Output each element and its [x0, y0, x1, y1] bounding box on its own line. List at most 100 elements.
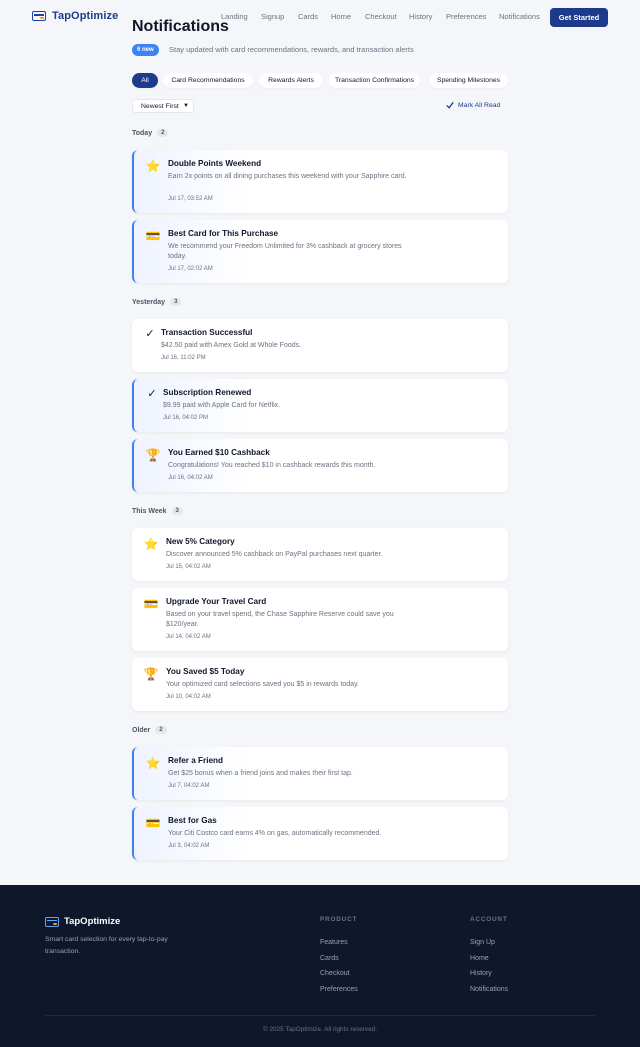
page-subtitle: Stay updated with card recommendations, …	[169, 45, 414, 54]
notification-body: Earn 2x points on all dining purchases t…	[168, 173, 407, 180]
page-title: Notifications	[132, 18, 229, 35]
checkmark-icon	[446, 101, 454, 109]
nav-link-cards[interactable]: Cards	[298, 12, 318, 21]
brand-name: TapOptimize	[52, 10, 119, 22]
top-navbar: TapOptimize Landing Signup Cards Home Ch…	[0, 0, 640, 34]
notification-card[interactable]: 💳 Best for Gas Your Citi Costco card ear…	[132, 807, 508, 860]
nav-link-signup[interactable]: Signup	[261, 12, 284, 21]
filter-all[interactable]: All	[132, 73, 158, 88]
trophy-icon: 🏆	[145, 448, 161, 462]
notification-time: Jul 16, 04:02 PM	[163, 415, 209, 421]
notification-card[interactable]: ✓ Subscription Renewed $9.99 paid with A…	[132, 379, 508, 432]
nav-link-notifications[interactable]: Notifications	[499, 12, 540, 21]
notification-time: Jul 15, 04:02 AM	[166, 564, 211, 570]
notification-title: You Saved $5 Today	[166, 667, 245, 676]
notification-body: Get $25 bonus when a friend joins and ma…	[168, 770, 353, 777]
notification-body: Your optimized card selections saved you…	[166, 681, 359, 688]
checkmark-icon: ✓	[147, 388, 157, 400]
notification-body: Your Citi Costco card earns 4% on gas, a…	[168, 830, 382, 837]
notification-title: Best for Gas	[168, 816, 217, 825]
copyright: © 2025 TapOptimize. All rights reserved.	[263, 1026, 377, 1033]
notification-title: Subscription Renewed	[163, 388, 252, 397]
group-label-yesterday: Yesterday 3	[132, 298, 182, 306]
footer-brand[interactable]: TapOptimize	[45, 916, 120, 927]
group-title: Today	[132, 129, 153, 137]
get-started-button[interactable]: Get Started	[550, 8, 608, 27]
notification-body: Congratulations! You reached $10 in cash…	[168, 462, 376, 469]
notification-title: Best Card for This Purchase	[168, 229, 279, 238]
new-count-badge: 6 new	[132, 44, 159, 56]
footer-link-features[interactable]: Features	[320, 939, 348, 946]
notification-time: Jul 17, 02:02 AM	[168, 266, 213, 272]
notification-body: Based on your travel spend, the Chase Sa…	[166, 611, 394, 628]
sort-select[interactable]: Newest First ▼	[132, 99, 194, 113]
notification-card[interactable]: ⭐ New 5% Category Discover announced 5% …	[132, 528, 508, 581]
group-title: Older	[132, 726, 151, 734]
notification-card[interactable]: ✓ Transaction Successful $42.50 paid wit…	[132, 319, 508, 372]
footer-divider	[45, 1015, 595, 1016]
nav-link-preferences[interactable]: Preferences	[446, 12, 486, 21]
credit-card-icon: 💳	[145, 229, 161, 243]
sort-value: Newest First	[141, 102, 179, 110]
filter-card-recommendations[interactable]: Card Recommendations	[163, 73, 253, 88]
filter-spending-milestones[interactable]: Spending Milestones	[429, 73, 508, 88]
notification-title: Transaction Successful	[161, 328, 253, 337]
notification-title: New 5% Category	[166, 537, 235, 546]
notification-title: Upgrade Your Travel Card	[166, 597, 267, 606]
group-count-badge: 2	[157, 129, 169, 137]
notification-time: Jul 10, 04:02 AM	[166, 694, 211, 700]
footer-link-notifications[interactable]: Notifications	[470, 986, 508, 993]
group-title: This Week	[132, 507, 167, 515]
credit-card-icon: 💳	[145, 816, 161, 830]
notification-card[interactable]: 💳 Best Card for This Purchase We recomme…	[132, 220, 508, 283]
footer: TapOptimize Smart card selection for eve…	[0, 885, 640, 1047]
group-title: Yesterday	[132, 298, 166, 306]
notification-card[interactable]: 💳 Upgrade Your Travel Card Based on your…	[132, 588, 508, 651]
group-label-this-week: This Week 3	[132, 507, 183, 515]
group-label-today: Today 2	[132, 129, 169, 137]
notification-time: Jul 17, 03:52 AM	[168, 196, 213, 202]
footer-link-sign-up[interactable]: Sign Up	[470, 939, 495, 946]
group-count-badge: 2	[155, 726, 167, 734]
notification-time: Jul 16, 04:02 AM	[168, 475, 213, 481]
footer-account-title: ACCOUNT	[470, 916, 508, 923]
notification-time: Jul 7, 04:02 AM	[168, 783, 210, 789]
notification-card[interactable]: ⭐ Refer a Friend Get $25 bonus when a fr…	[132, 747, 508, 800]
credit-card-logo-icon	[32, 11, 46, 21]
footer-product-title: PRODUCT	[320, 916, 358, 923]
nav-link-history[interactable]: History	[409, 12, 432, 21]
credit-card-icon: 💳	[143, 597, 159, 611]
notification-body: $9.99 paid with Apple Card for Netflix.	[163, 402, 281, 409]
notification-body: We recommend your Freedom Unlimited for …	[168, 243, 402, 260]
footer-link-checkout[interactable]: Checkout	[320, 970, 350, 977]
nav-link-home[interactable]: Home	[331, 12, 351, 21]
star-icon: ⭐	[145, 756, 161, 770]
notification-time: Jul 16, 11:02 PM	[161, 355, 206, 361]
group-count-badge: 3	[171, 507, 183, 515]
notification-time: Jul 3, 04:02 AM	[168, 843, 210, 849]
footer-link-cards[interactable]: Cards	[320, 955, 339, 962]
mark-all-read-label: Mark All Read	[458, 101, 501, 109]
nav-link-checkout[interactable]: Checkout	[365, 12, 397, 21]
notification-card[interactable]: 🏆 You Earned $10 Cashback Congratulation…	[132, 439, 508, 492]
notification-title: Refer a Friend	[168, 756, 224, 765]
group-label-older: Older 2	[132, 726, 167, 734]
brand-logo[interactable]: TapOptimize	[32, 10, 118, 22]
checkmark-icon: ✓	[145, 328, 155, 340]
trophy-icon: 🏆	[143, 667, 159, 681]
filter-transaction-confirmations[interactable]: Transaction Confirmations	[329, 73, 420, 88]
notification-title: Double Points Weekend	[168, 159, 262, 168]
notification-card[interactable]: ⭐ Double Points Weekend Earn 2x points o…	[132, 150, 508, 213]
notification-body: $42.50 paid with Amex Gold at Whole Food…	[161, 342, 302, 349]
notification-card[interactable]: 🏆 You Saved $5 Today Your optimized card…	[132, 658, 508, 711]
star-icon: ⭐	[145, 159, 161, 173]
footer-link-history[interactable]: History	[470, 970, 492, 977]
chevron-down-icon: ▼	[183, 103, 189, 109]
mark-all-read-button[interactable]: Mark All Read	[446, 101, 500, 109]
footer-link-home[interactable]: Home	[470, 955, 489, 962]
footer-link-preferences[interactable]: Preferences	[320, 986, 358, 993]
footer-brand-name: TapOptimize	[64, 916, 121, 927]
notification-body: Discover announced 5% cashback on PayPal…	[166, 551, 383, 558]
notification-time: Jul 14, 04:02 AM	[166, 634, 211, 640]
filter-rewards-alerts[interactable]: Rewards Alerts	[259, 73, 323, 88]
